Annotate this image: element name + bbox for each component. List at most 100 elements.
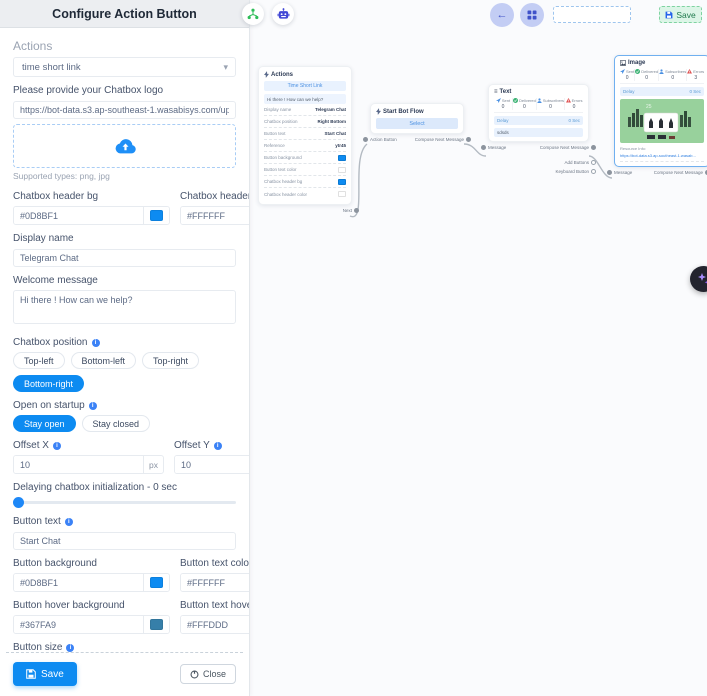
grid-view-button[interactable] [520,3,544,27]
button-hover-background-label: Button hover background [13,600,170,611]
canvas-save-button[interactable]: Save [659,6,702,23]
welcome-message-label: Welcome message [13,275,236,286]
connector-dot[interactable] [607,170,612,175]
stat-sent: Sent 0 [494,98,513,110]
connector-dot[interactable] [591,160,596,165]
action-button-connector[interactable]: Action Button [370,137,397,142]
start-node-card: Start Bot Flow Select [370,103,464,134]
compose-next-message-connector[interactable]: Compose Next Message [415,137,464,142]
flow-name-input[interactable] [553,6,631,23]
connector-dot[interactable] [591,169,596,174]
logo-dropzone[interactable] [13,124,236,168]
image-node[interactable]: Image Sent 0 Delivered 0 Subscribers 0 [614,55,707,175]
header-color-input[interactable] [181,207,249,224]
connector-dot[interactable] [591,145,596,150]
compose-next-message-connector[interactable]: Compose Next Message [654,170,707,175]
offset-y-label-text: Offset Y [174,440,210,451]
save-button-label: Save [41,669,64,680]
stat-label: Delivered [519,98,536,103]
keyboard-button-connector[interactable]: Keyboard Button [555,169,589,174]
row-label: Button text color [264,167,297,172]
actions-node-footer: Next [258,208,352,213]
startup-stay-closed[interactable]: Stay closed [82,415,151,432]
offset-y-input[interactable] [175,456,249,473]
actions-node[interactable]: Actions Time Short Link Hi there ! How c… [258,66,352,213]
select-flow-button[interactable]: Select [376,118,458,129]
display-name-label: Display name [13,233,236,244]
image-node-header: Image [620,60,704,66]
button-background-swatch-button[interactable] [143,574,169,591]
welcome-message-textarea[interactable]: Hi there ! How can we help? [13,290,236,324]
button-text-label-text: Button text [13,516,61,527]
flow-builder-app: Configure Action Button Actions time sho… [0,0,707,696]
compose-next-message-connector[interactable]: Compose Next Message [540,145,589,150]
save-button[interactable]: Save [13,662,77,686]
sparkles-icon [697,272,707,286]
info-icon [89,402,97,410]
connector-label: Message [488,145,506,150]
offset-x-input[interactable] [14,456,143,473]
connector-dot[interactable] [354,208,359,213]
slider-thumb[interactable] [13,497,24,508]
bot-button[interactable] [272,3,294,25]
connector-dot[interactable] [363,137,368,142]
header-bg-swatch-button[interactable] [143,207,169,224]
position-top-right[interactable]: Top-right [142,352,199,369]
actions-node-welcome: Hi there ! How can we help? [264,94,346,104]
connector-dot[interactable] [481,145,486,150]
startup-stay-open[interactable]: Stay open [13,415,76,432]
button-text-input[interactable] [13,532,236,550]
position-bottom-right[interactable]: Bottom-right [13,375,84,392]
button-text-color-input[interactable] [181,574,249,591]
panel-title: Configure Action Button [0,0,249,28]
text-node-content[interactable]: sdsds [494,128,583,137]
flow-canvas[interactable]: Save Actions Time Short Link Hi there ! … [250,0,707,696]
sitemap-toggle-button[interactable] [242,3,264,25]
actions-node-title: Actions [271,72,293,78]
subscribers-icon [537,98,542,103]
add-buttons-connector[interactable]: Add Buttons [564,160,589,165]
chatbox-position-label: Chatbox position [13,337,236,348]
actions-node-action-pill[interactable]: Time Short Link [264,81,346,91]
image-thumbnail[interactable]: 25 [620,99,704,143]
stat-value: 0 [502,104,505,110]
delay-row[interactable]: Delay 0 Sec [494,116,583,125]
stat-value: 0 [645,75,648,81]
node-row: Chatbox header color [264,188,346,200]
logo-url-input[interactable] [13,101,236,119]
connector-label: Message [614,170,632,175]
close-button[interactable]: Close [180,664,236,684]
action-select[interactable]: time short link [13,57,236,77]
button-background-input[interactable] [14,574,143,591]
text-node[interactable]: ≡ Text Sent 0 Delivered 0 Subscribers 0 [488,84,589,150]
resource-url-link[interactable]: https://bot-data.s3.ap-southeast-1.wasab… [620,153,704,162]
image-node-title: Image [628,60,645,66]
connector-dot[interactable] [466,137,471,142]
display-name-input[interactable] [13,249,236,267]
button-text-hover-color-input[interactable] [181,616,249,633]
button-text-color-label: Button text color [180,558,249,569]
message-connector[interactable]: Message [614,170,632,175]
start-node-header: Start Bot Flow [376,108,458,115]
color-swatch [338,167,346,173]
actions-label: Actions [13,39,236,53]
button-hover-background-input[interactable] [14,616,143,633]
row-label: Reference [264,143,285,148]
position-bottom-left[interactable]: Bottom-left [71,352,137,369]
header-color-label: Chatbox header color [180,191,249,202]
message-connector[interactable]: Message [488,145,506,150]
next-connector[interactable]: Next [343,208,352,213]
position-top-left[interactable]: Top-left [13,352,65,369]
node-row: Chatbox header bg [264,176,346,188]
start-bot-flow-node[interactable]: Start Bot Flow Select Action Button Comp… [370,103,464,142]
button-text-hover-color-label: Button text hover color [180,600,249,611]
configure-action-panel: Configure Action Button Actions time sho… [0,0,250,696]
delay-slider[interactable] [13,497,236,508]
header-bg-input[interactable] [14,207,143,224]
delay-row[interactable]: Delay 0 Sec [620,87,704,96]
back-button[interactable] [490,3,514,27]
row-label: Chatbox position [264,119,298,124]
button-hover-background-swatch-button[interactable] [143,616,169,633]
start-node-footer: Action Button Compose Next Message [370,137,464,142]
text-node-stats: Sent 0 Delivered 0 Subscribers 0 Errors … [494,98,583,113]
